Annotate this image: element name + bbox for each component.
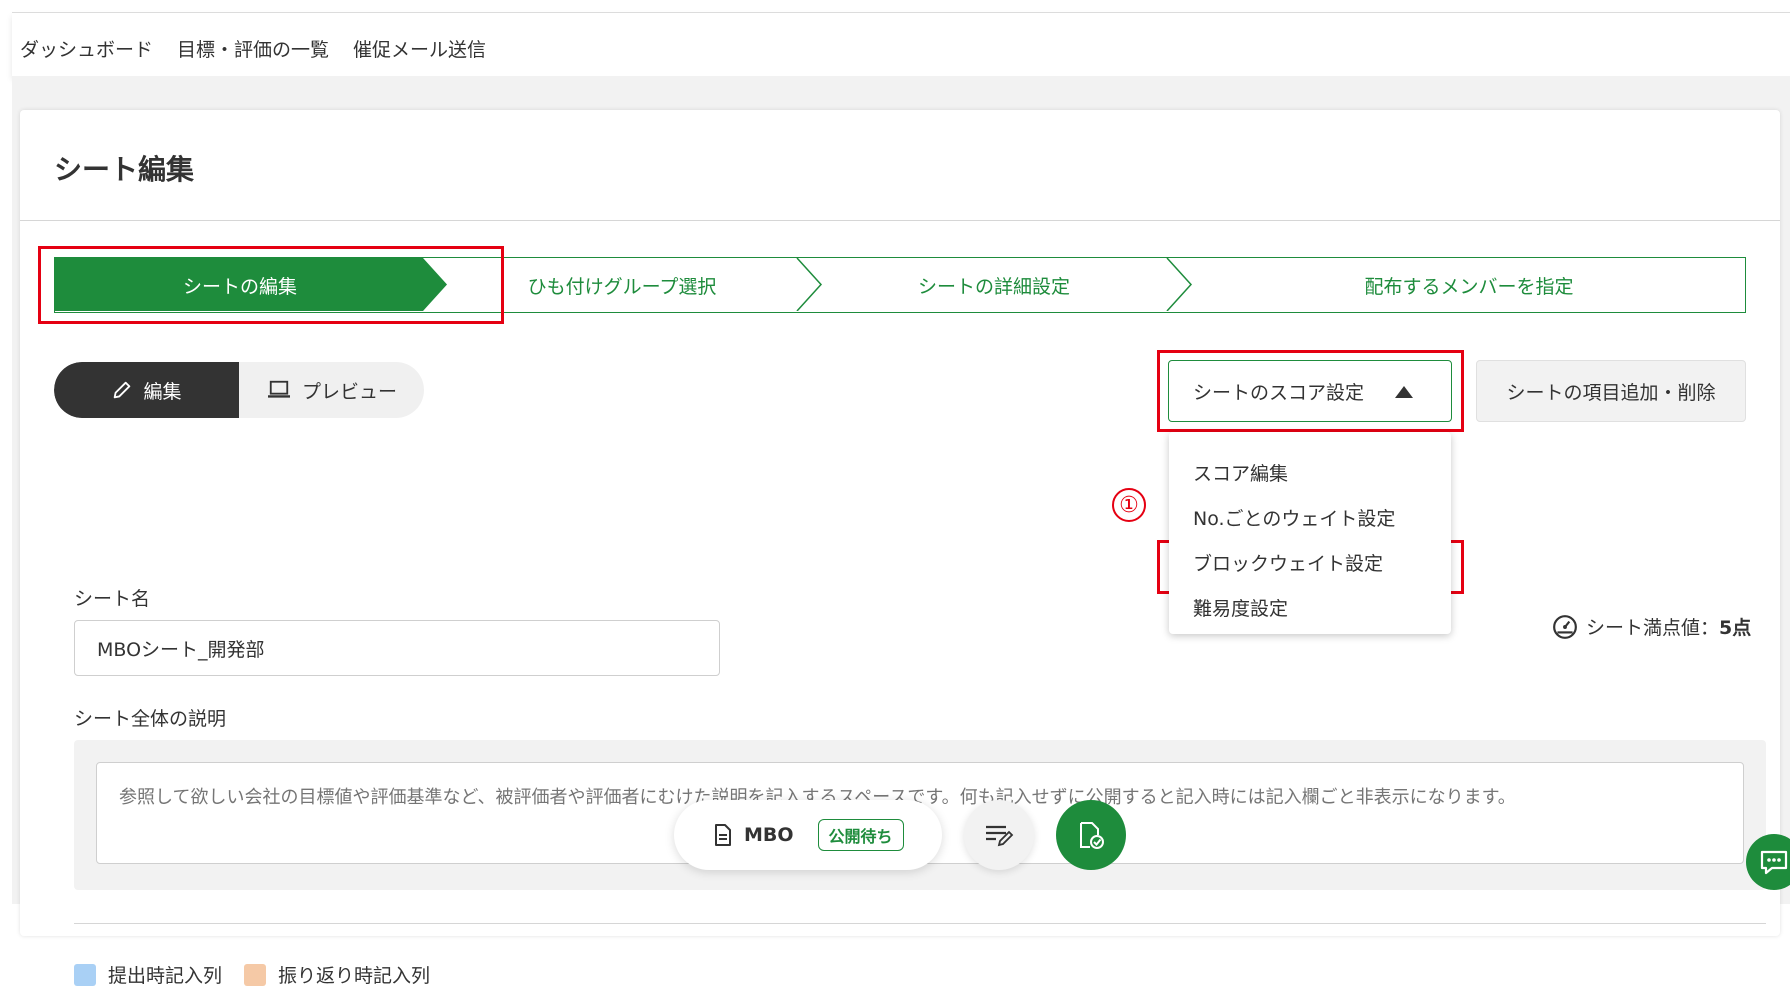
gauge-icon (1553, 614, 1577, 639)
score-settings-menu: スコア編集 No.ごとのウェイト設定 ブロックウェイト設定 難易度設定 (1169, 432, 1451, 634)
add-remove-items-button[interactable]: シートの項目追加・削除 (1476, 360, 1746, 422)
step-assign-members[interactable]: 配布するメンバーを指定 (1191, 258, 1747, 312)
step-detail-settings[interactable]: シートの詳細設定 (821, 258, 1167, 312)
step-separator (1166, 258, 1193, 311)
step-separator (796, 258, 823, 311)
title-divider (20, 220, 1780, 221)
pencil-icon (114, 381, 131, 399)
menu-item-weight-per-no[interactable]: No.ごとのウェイト設定 (1193, 504, 1395, 531)
page-title: シート編集 (54, 153, 195, 186)
document-icon (715, 824, 731, 846)
edit-mode-button[interactable]: 編集 (54, 362, 239, 418)
edit-mode-label: 編集 (143, 380, 182, 403)
full-score-label: シート満点値： (1586, 617, 1720, 639)
description-label: シート全体の説明 (74, 708, 227, 730)
annotation-marker-1: ① (1112, 488, 1146, 522)
menu-item-difficulty[interactable]: 難易度設定 (1193, 594, 1288, 621)
document-check-icon (1080, 822, 1104, 849)
laptop-icon (267, 380, 290, 398)
step-progress: シートの編集 ひも付けグループ選択 シートの詳細設定 配布するメンバーを指定 (54, 257, 1746, 313)
legend-swatch-review (244, 963, 267, 986)
list-edit-icon (986, 825, 1014, 847)
nav-goals-list[interactable]: 目標・評価の一覧 (177, 35, 329, 62)
caret-up-icon (1395, 386, 1413, 398)
top-nav-bar: ダッシュボード 目標・評価の一覧 催促メール送信 (12, 12, 1790, 76)
status-badge: 公開待ち (817, 819, 904, 851)
full-score-display: シート満点値：5点 (1552, 613, 1751, 640)
mode-toggle: 編集 プレビュー (54, 362, 424, 418)
sheet-type: MBO (744, 824, 794, 846)
nav-reminder-mail[interactable]: 催促メール送信 (353, 35, 486, 62)
sheet-status-pill: MBO 公開待ち (674, 800, 942, 870)
menu-item-score-edit[interactable]: スコア編集 (1193, 459, 1288, 486)
step-sheet-edit[interactable]: シートの編集 (55, 258, 425, 312)
legend-swatch-submit (74, 963, 96, 986)
preview-mode-label: プレビュー (301, 380, 397, 403)
sheet-name-label: シート名 (74, 588, 151, 610)
nav-dashboard[interactable]: ダッシュボード (20, 35, 153, 62)
menu-item-block-weight[interactable]: ブロックウェイト設定 (1193, 549, 1383, 576)
section-divider (74, 923, 1766, 924)
legend-review-label: 振り返り時記入列 (278, 965, 431, 987)
memo-button[interactable] (964, 800, 1034, 870)
top-nav: ダッシュボード 目標・評価の一覧 催促メール送信 (20, 35, 486, 62)
full-score-value: 5点 (1719, 617, 1752, 639)
score-settings-button[interactable]: シートのスコア設定 (1168, 360, 1452, 422)
chat-bubble-icon (1760, 850, 1788, 875)
score-settings-label: シートのスコア設定 (1193, 381, 1365, 404)
publish-button[interactable] (1056, 800, 1126, 870)
step-group-select[interactable]: ひも付けグループ選択 (447, 258, 797, 312)
column-legend: 提出時記入列 振り返り時記入列 (74, 961, 430, 988)
sheet-name-input[interactable] (74, 620, 720, 676)
preview-mode-button[interactable]: プレビュー (239, 362, 424, 418)
legend-submit-label: 提出時記入列 (108, 965, 223, 987)
